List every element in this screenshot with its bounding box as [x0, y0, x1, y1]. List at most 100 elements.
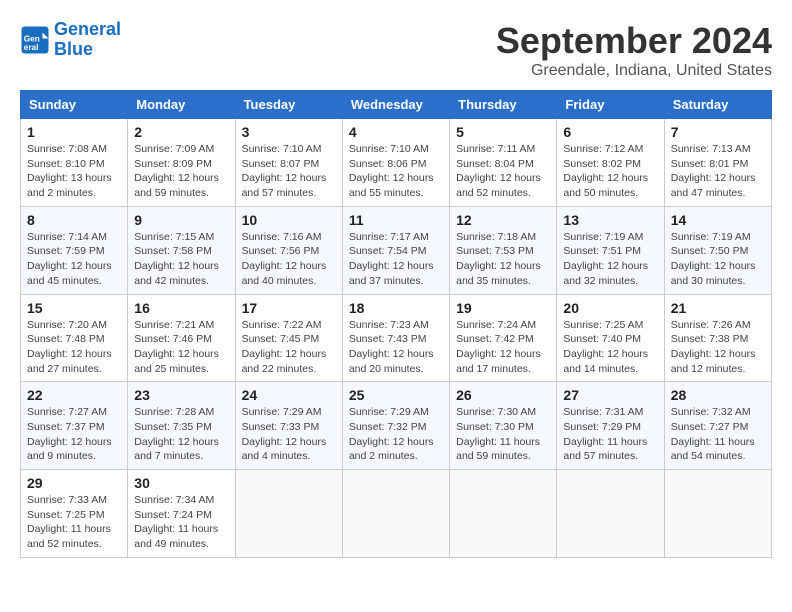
sunrise-text: Sunrise: 7:10 AM	[349, 143, 429, 155]
calendar-cell: 21Sunrise: 7:26 AMSunset: 7:38 PMDayligh…	[664, 294, 771, 382]
daylight-text: Daylight: 12 hours and 42 minutes.	[134, 260, 219, 287]
day-info: Sunrise: 7:20 AMSunset: 7:48 PMDaylight:…	[27, 318, 121, 377]
calendar-cell	[557, 470, 664, 558]
day-number: 15	[27, 300, 121, 316]
day-number: 9	[134, 212, 228, 228]
sunrise-text: Sunrise: 7:29 AM	[349, 406, 429, 418]
sunrise-text: Sunrise: 7:09 AM	[134, 143, 214, 155]
sunset-text: Sunset: 7:32 PM	[349, 421, 427, 433]
sunset-text: Sunset: 7:53 PM	[456, 245, 534, 257]
day-number: 26	[456, 387, 550, 403]
calendar-cell: 9Sunrise: 7:15 AMSunset: 7:58 PMDaylight…	[128, 206, 235, 294]
day-number: 10	[242, 212, 336, 228]
day-number: 28	[671, 387, 765, 403]
sunrise-text: Sunrise: 7:17 AM	[349, 231, 429, 243]
logo-icon: Gen eral	[20, 25, 50, 55]
day-info: Sunrise: 7:34 AM Sunset: 7:24 PM Daylight:…	[134, 493, 228, 552]
day-number: 30	[134, 475, 228, 491]
day-info: Sunrise: 7:25 AMSunset: 7:40 PMDaylight:…	[563, 318, 657, 377]
calendar-week-row: 8Sunrise: 7:14 AMSunset: 7:59 PMDaylight…	[21, 206, 772, 294]
sunset-text: Sunset: 7:46 PM	[134, 333, 212, 345]
calendar-cell: 26 Sunrise: 7:30 AMSunset: 7:30 PMDayligh…	[450, 382, 557, 470]
calendar-cell: 25Sunrise: 7:29 AMSunset: 7:32 PMDayligh…	[342, 382, 449, 470]
day-number: 19	[456, 300, 550, 316]
sunrise-text: Sunrise: 7:28 AM	[134, 406, 214, 418]
weekday-header-friday: Friday	[557, 91, 664, 119]
daylight-text: Daylight: 12 hours and 40 minutes.	[242, 260, 327, 287]
sunrise-text: Sunrise: 7:08 AM	[27, 143, 107, 155]
sunrise-text: Sunrise: 7:32 AM	[671, 406, 751, 418]
daylight-text: Daylight: 12 hours and 55 minutes.	[349, 172, 434, 199]
daylight-text: Daylight: 11 hours and 49 minutes.	[134, 523, 218, 550]
calendar-cell: 29Sunrise: 7:33 AMSunset: 7:25 PMDayligh…	[21, 470, 128, 558]
sunrise-text: Sunrise: 7:29 AM	[242, 406, 322, 418]
sunrise-text: Sunrise: 7:26 AM	[671, 319, 751, 331]
calendar-cell: 20Sunrise: 7:25 AMSunset: 7:40 PMDayligh…	[557, 294, 664, 382]
day-number: 12	[456, 212, 550, 228]
day-info: Sunrise: 7:32 AMSunset: 7:27 PMDaylight:…	[671, 405, 765, 464]
daylight-text: Daylight: 12 hours and 25 minutes.	[134, 348, 219, 375]
calendar-cell: 13Sunrise: 7:19 AMSunset: 7:51 PMDayligh…	[557, 206, 664, 294]
calendar-cell	[450, 470, 557, 558]
calendar-cell	[235, 470, 342, 558]
calendar-cell: 6Sunrise: 7:12 AMSunset: 8:02 PMDaylight…	[557, 119, 664, 207]
sunrise-text: Sunrise: 7:11 AM	[456, 143, 535, 155]
day-number: 3	[242, 124, 336, 140]
sunrise-text: Sunrise: 7:25 AM	[563, 319, 643, 331]
main-title: September 2024	[496, 20, 772, 62]
sunset-text: Sunset: 7:51 PM	[563, 245, 641, 257]
calendar-week-row: 15 Sunrise: 7:20 AM Sunset: 7:48 PM Dayligh…	[21, 294, 772, 382]
weekday-header-tuesday: Tuesday	[235, 91, 342, 119]
sunrise-text: Sunrise: 7:20 AM	[27, 319, 107, 331]
calendar-header: SundayMondayTuesdayWednesdayThursdayFrid…	[21, 91, 772, 119]
day-number: 2	[134, 124, 228, 140]
day-info: Sunrise: 7:10 AM Sunset: 8:06 PM Daylight:…	[349, 142, 443, 201]
day-number: 11	[349, 212, 443, 228]
sunset-text: Sunset: 7:45 PM	[242, 333, 320, 345]
day-number: 16	[134, 300, 228, 316]
daylight-text: Daylight: 12 hours and 7 minutes.	[134, 436, 219, 463]
daylight-text: Daylight: 12 hours and 4 minutes.	[242, 436, 327, 463]
daylight-text: Daylight: 12 hours and 59 minutes.	[134, 172, 219, 199]
calendar-week-row: 29Sunrise: 7:33 AMSunset: 7:25 PMDayligh…	[21, 470, 772, 558]
sunset-text: Sunset: 7:27 PM	[671, 421, 749, 433]
calendar-cell: 17Sunrise: 7:22 AMSunset: 7:45 PMDayligh…	[235, 294, 342, 382]
day-info: Sunrise: 7:12 AMSunset: 8:02 PMDaylight:…	[563, 142, 657, 201]
sunset-text: Sunset: 7:24 PM	[134, 509, 212, 521]
daylight-text: Daylight: 12 hours and 2 minutes.	[349, 436, 434, 463]
sunset-text: Sunset: 7:42 PM	[456, 333, 534, 345]
sunrise-text: Sunrise: 7:15 AM	[134, 231, 214, 243]
day-info: Sunrise: 7:11 AMSunset: 8:04 PMDaylight:…	[456, 142, 550, 201]
day-number: 24	[242, 387, 336, 403]
calendar-cell: 28Sunrise: 7:32 AMSunset: 7:27 PMDayligh…	[664, 382, 771, 470]
sunset-text: Sunset: 8:06 PM	[349, 158, 427, 170]
day-info: Sunrise: 7:23 AMSunset: 7:43 PMDaylight:…	[349, 318, 443, 377]
sunset-text: Sunset: 8:01 PM	[671, 158, 749, 170]
sunrise-text: Sunrise: 7:34 AM	[134, 494, 214, 506]
day-number: 17	[242, 300, 336, 316]
sunrise-text: Sunrise: 7:27 AM	[27, 406, 107, 418]
day-info: Sunrise: 7:24 AMSunset: 7:42 PMDaylight:…	[456, 318, 550, 377]
weekday-header-thursday: Thursday	[450, 91, 557, 119]
svg-text:eral: eral	[24, 43, 39, 52]
day-number: 18	[349, 300, 443, 316]
sunrise-text: Sunrise: 7:19 AM	[563, 231, 643, 243]
day-number: 23	[134, 387, 228, 403]
sunset-text: Sunset: 7:54 PM	[349, 245, 427, 257]
daylight-text: Daylight: 12 hours and 47 minutes.	[671, 172, 756, 199]
daylight-text: Daylight: 12 hours and 20 minutes.	[349, 348, 434, 375]
calendar-table: SundayMondayTuesdayWednesdayThursdayFrid…	[20, 90, 772, 558]
weekday-header-sunday: Sunday	[21, 91, 128, 119]
calendar-body: 1Sunrise: 7:08 AMSunset: 8:10 PMDaylight…	[21, 119, 772, 558]
sunrise-text: Sunrise: 7:22 AM	[242, 319, 322, 331]
sunrise-text: Sunrise: 7:21 AM	[134, 319, 214, 331]
calendar-cell: 16 Sunrise: 7:21 AM Sunset: 7:46 PM Dayligh…	[128, 294, 235, 382]
day-number: 5	[456, 124, 550, 140]
day-info: Sunrise: 7:33 AMSunset: 7:25 PMDaylight:…	[27, 493, 121, 552]
day-info: Sunrise: 7:30 AMSunset: 7:30 PMDaylight:…	[456, 405, 550, 464]
day-info: Sunrise: 7:19 AMSunset: 7:50 PMDaylight:…	[671, 230, 765, 289]
calendar-cell: 19Sunrise: 7:24 AMSunset: 7:42 PMDayligh…	[450, 294, 557, 382]
sunset-text: Sunset: 7:48 PM	[27, 333, 105, 345]
calendar-cell: 24Sunrise: 7:29 AMSunset: 7:33 PMDayligh…	[235, 382, 342, 470]
sunrise-text: Sunrise: 7:24 AM	[456, 319, 536, 331]
